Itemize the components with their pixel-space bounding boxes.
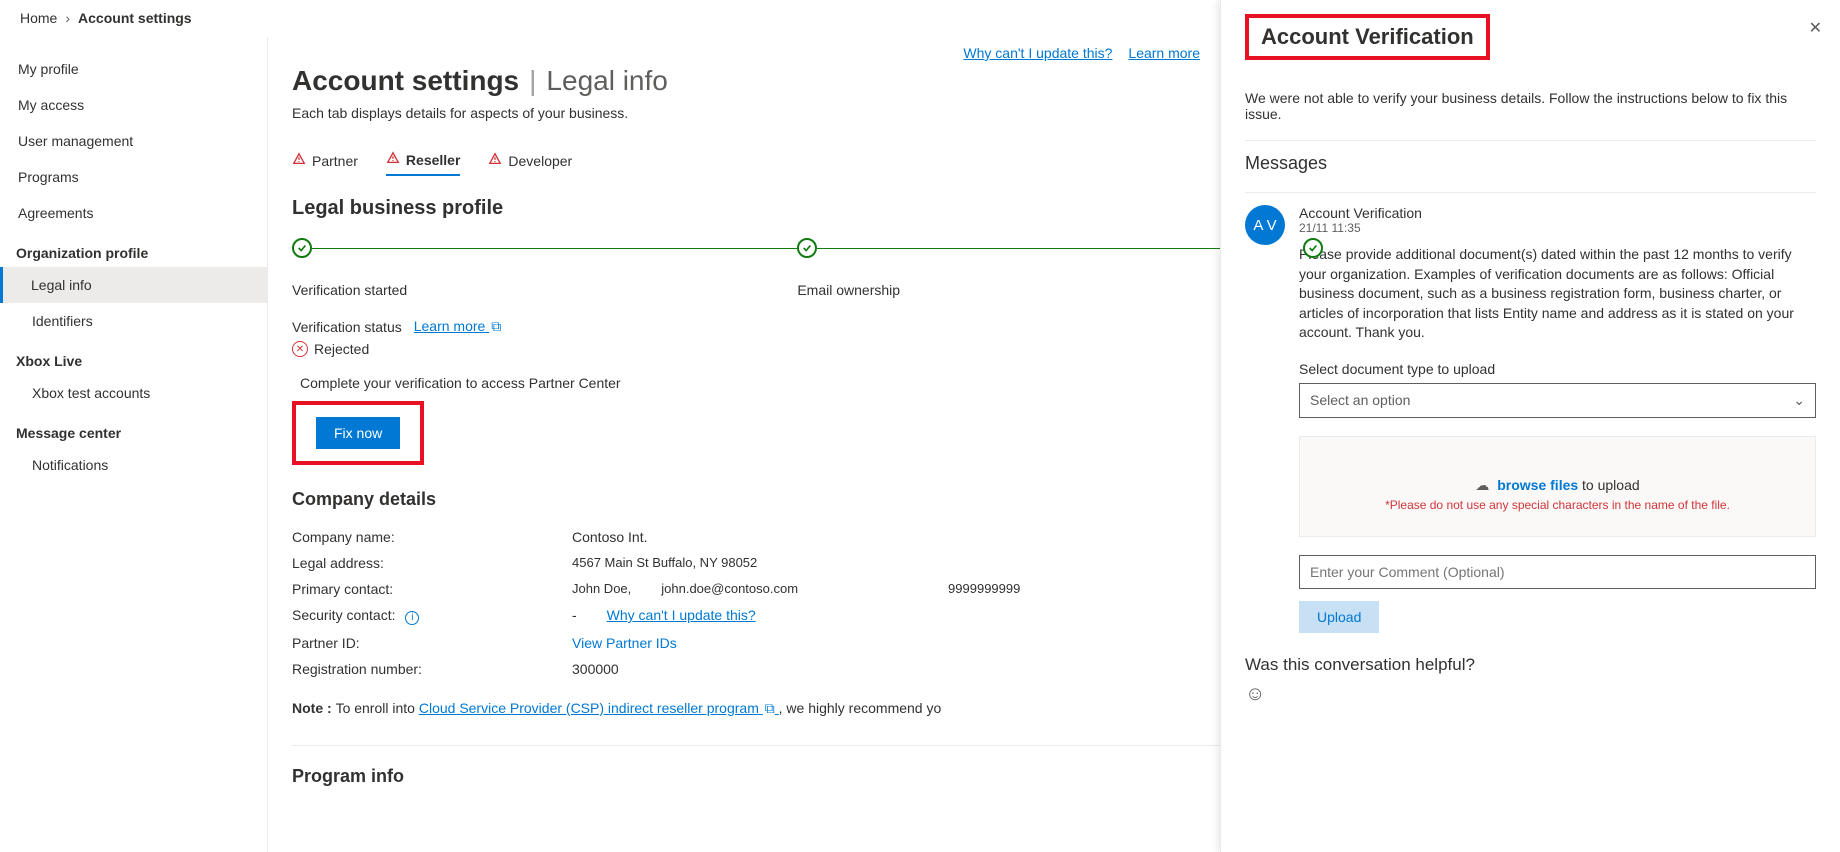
csp-program-link[interactable]: Cloud Service Provider (CSP) indirect re… <box>419 700 779 716</box>
x-icon: ✕ <box>292 341 308 357</box>
to-upload-text: to upload <box>1582 477 1640 493</box>
tab-reseller[interactable]: Reseller <box>386 145 460 176</box>
document-type-select[interactable]: Select an option ⌄ <box>1299 383 1816 418</box>
legal-address-label: Legal address: <box>292 555 572 571</box>
page-title-main: Account settings <box>292 65 519 97</box>
sidebar-item-my-profile[interactable]: My profile <box>0 51 267 87</box>
check-icon <box>1303 238 1323 258</box>
upload-dropzone[interactable]: ☁ browse files to upload *Please do not … <box>1299 436 1816 537</box>
tab-developer-label: Developer <box>508 153 572 169</box>
company-name-label: Company name: <box>292 529 572 545</box>
upload-warning: *Please do not use any special character… <box>1320 498 1795 512</box>
sidebar-item-legal-info[interactable]: Legal info <box>0 267 267 303</box>
sidebar-item-identifiers[interactable]: Identifiers <box>0 303 267 339</box>
sidebar-heading-msg: Message center <box>0 411 267 447</box>
sidebar-item-programs[interactable]: Programs <box>0 159 267 195</box>
panel-title: Account Verification <box>1261 24 1474 50</box>
why-cant-update-link[interactable]: Why can't I update this? <box>963 45 1112 61</box>
step-1-label: Verification started <box>292 282 407 298</box>
browse-files-link[interactable]: browse files <box>1497 477 1578 493</box>
chevron-right-icon: › <box>65 10 70 26</box>
page-title-sub: Legal info <box>546 65 667 97</box>
comment-input[interactable] <box>1299 555 1816 589</box>
warning-icon <box>488 152 502 169</box>
step-2-label: Email ownership <box>797 282 900 298</box>
primary-contact-phone: 9999999999 <box>948 581 1020 597</box>
fix-now-highlight: Fix now <box>292 401 424 465</box>
warning-icon <box>386 151 400 168</box>
external-link-icon: ⧉ <box>765 700 775 717</box>
upload-button[interactable]: Upload <box>1299 601 1379 633</box>
title-divider: | <box>529 65 536 97</box>
note-prefix: Note : <box>292 700 336 716</box>
panel-title-highlight: Account Verification <box>1245 14 1490 60</box>
message-body: Please provide additional document(s) da… <box>1299 245 1816 343</box>
legal-address-value: 4567 Main St Buffalo, NY 98052 <box>572 555 757 571</box>
tab-partner[interactable]: Partner <box>292 145 358 176</box>
learn-more-company-link[interactable]: Learn more <box>1128 45 1200 61</box>
registration-number-label: Registration number: <box>292 661 572 677</box>
verification-panel: ✕ Account Verification We were not able … <box>1220 0 1840 852</box>
sidebar-item-xbox-test[interactable]: Xbox test accounts <box>0 375 267 411</box>
message: A V Account Verification 21/11 11:35 Ple… <box>1245 205 1816 633</box>
sidebar-heading-xbox: Xbox Live <box>0 339 267 375</box>
company-name-value: Contoso Int. <box>572 529 648 545</box>
fix-now-button[interactable]: Fix now <box>316 417 400 449</box>
check-icon <box>292 238 312 258</box>
smiley-icon[interactable]: ☺ <box>1245 683 1816 706</box>
panel-desc: We were not able to verify your business… <box>1245 90 1816 122</box>
primary-contact-label: Primary contact: <box>292 581 572 597</box>
check-icon <box>797 238 817 258</box>
verification-status-label: Verification status <box>292 319 402 335</box>
avatar: A V <box>1245 205 1285 245</box>
warning-icon <box>292 152 306 169</box>
external-link-icon: ⧉ <box>491 318 501 335</box>
sidebar: My profile My access User management Pro… <box>0 37 268 852</box>
info-icon[interactable]: i <box>405 611 419 625</box>
status-value: Rejected <box>314 341 369 357</box>
primary-contact-name: John Doe, <box>572 581 631 597</box>
view-partner-ids-link[interactable]: View Partner IDs <box>572 635 677 651</box>
select-label: Select document type to upload <box>1299 361 1816 377</box>
select-placeholder: Select an option <box>1310 392 1410 408</box>
sidebar-item-user-management[interactable]: User management <box>0 123 267 159</box>
chevron-down-icon: ⌄ <box>1793 392 1805 409</box>
sidebar-item-agreements[interactable]: Agreements <box>0 195 267 231</box>
breadcrumb-home[interactable]: Home <box>20 10 57 26</box>
cloud-upload-icon: ☁ <box>1475 477 1489 493</box>
message-time: 21/11 11:35 <box>1299 221 1816 235</box>
tab-developer[interactable]: Developer <box>488 145 572 176</box>
note-suffix: , we highly recommend yo <box>779 700 942 716</box>
sidebar-heading-org: Organization profile <box>0 231 267 267</box>
messages-heading: Messages <box>1245 153 1816 174</box>
helpful-prompt: Was this conversation helpful? <box>1245 655 1816 675</box>
partner-id-label: Partner ID: <box>292 635 572 651</box>
registration-number-value: 300000 <box>572 661 619 677</box>
security-contact-value: - <box>572 607 577 625</box>
learn-more-link[interactable]: Learn more ⧉ <box>414 318 501 335</box>
step-1: Verification started <box>292 238 797 298</box>
breadcrumb-current: Account settings <box>78 10 192 26</box>
security-contact-label: Security contact: i <box>292 607 572 625</box>
tab-partner-label: Partner <box>312 153 358 169</box>
sidebar-item-my-access[interactable]: My access <box>0 87 267 123</box>
why-cant-update-security-link[interactable]: Why can't I update this? <box>607 607 756 625</box>
close-icon[interactable]: ✕ <box>1809 18 1822 38</box>
tab-reseller-label: Reseller <box>406 152 460 168</box>
message-from: Account Verification <box>1299 205 1816 221</box>
note-text: To enroll into <box>336 700 419 716</box>
sidebar-item-notifications[interactable]: Notifications <box>0 447 267 483</box>
primary-contact-email: john.doe@contoso.com <box>661 581 798 597</box>
